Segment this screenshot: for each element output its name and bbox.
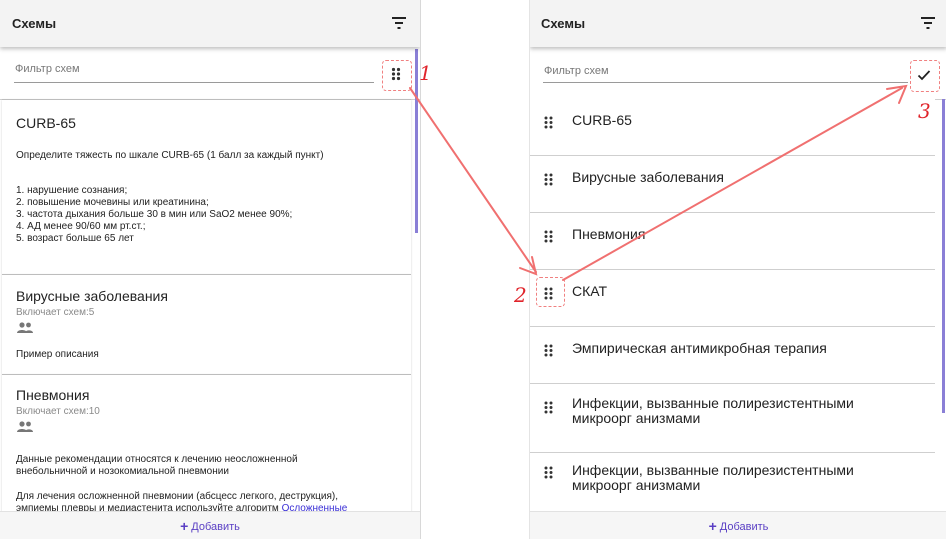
add-button-label: Добавить xyxy=(719,521,769,533)
card-scheme-count: Включает схем:5 xyxy=(16,307,95,318)
annotation-number-2: 2 xyxy=(514,283,527,307)
card-title: CURB-65 xyxy=(16,115,76,131)
card-title: Вирусные заболевания xyxy=(16,288,168,304)
plus-icon: + xyxy=(180,518,189,534)
card-curb65[interactable]: CURB-65 Определите тяжесть по шкале CURB… xyxy=(2,99,411,274)
card-description: Данные рекомендации относятся к лечению … xyxy=(16,454,391,478)
page-title: Схемы xyxy=(12,16,57,31)
drag-handle-icon[interactable] xyxy=(544,344,553,357)
drag-handle-icon[interactable] xyxy=(544,173,553,186)
highlight-box-1 xyxy=(382,60,412,91)
card-description: Пример описания xyxy=(16,349,99,360)
filter-row: Фильтр схем xyxy=(0,47,420,100)
drag-handle-icon[interactable] xyxy=(544,116,553,129)
list-item-label: Пневмония xyxy=(572,226,646,242)
text-line: внебольничной и нозокомиальной пневмонии xyxy=(16,466,229,477)
list-item-label: Инфекции, вызванные полирезистентными ми… xyxy=(572,395,854,426)
list-item-label: Инфекции, вызванные полирезистентными ми… xyxy=(572,462,854,493)
app-bar: Схемы xyxy=(530,0,946,47)
annotation-number-3: 3 xyxy=(918,99,931,123)
list-item[interactable]: CURB-65 xyxy=(530,99,935,156)
highlight-box-3 xyxy=(910,60,940,92)
list-item[interactable]: Пневмония xyxy=(530,213,935,270)
filter-row: Фильтр схем xyxy=(530,47,946,100)
add-button[interactable]: + Добавить xyxy=(180,518,240,534)
people-icon xyxy=(17,421,33,432)
add-button[interactable]: + Добавить xyxy=(709,518,769,534)
list-item[interactable]: Инфекции, вызванные полирезистентными ми… xyxy=(530,384,935,453)
list-item[interactable]: Инфекции, вызванные полирезистентными ми… xyxy=(530,453,935,514)
filter-icon[interactable] xyxy=(392,17,406,29)
people-icon xyxy=(17,322,33,333)
drag-handle-icon[interactable] xyxy=(544,230,553,243)
card-scheme-count: Включает схем:10 xyxy=(16,406,100,417)
list-item: 5. возраст больше 65 лет xyxy=(16,233,134,244)
scrollbar[interactable] xyxy=(415,49,418,233)
filter-underline xyxy=(14,82,374,83)
arrow-1-to-2 xyxy=(409,87,537,273)
filter-underline xyxy=(543,82,908,83)
filter-input[interactable]: Фильтр схем xyxy=(15,63,80,75)
annotation-number-1: 1 xyxy=(419,61,432,85)
card-criteria-list: 1. нарушение сознания; 2. повышение моче… xyxy=(16,185,391,245)
filter-input[interactable]: Фильтр схем xyxy=(544,65,609,77)
bottom-action-bar: + Добавить xyxy=(0,511,420,539)
list-item-label: Вирусные заболевания xyxy=(572,169,724,185)
list-item-label: Эмпирическая антимикробная терапия xyxy=(572,340,827,356)
highlight-box-2 xyxy=(536,277,565,307)
list-item-label: CURB-65 xyxy=(572,112,632,128)
drag-handle-icon[interactable] xyxy=(544,401,553,414)
card-description: Определите тяжесть по шкале CURB-65 (1 б… xyxy=(16,150,324,161)
page-title: Схемы xyxy=(541,16,586,31)
drag-handle-icon[interactable] xyxy=(544,466,553,479)
list-item-label: СКАТ xyxy=(572,283,608,299)
card-title: Пневмония xyxy=(16,387,90,403)
app-bar: Схемы xyxy=(0,0,420,47)
list-item[interactable]: Эмпирическая антимикробная терапия xyxy=(530,327,935,384)
filter-icon[interactable] xyxy=(921,17,935,29)
schemes-panel-left: Схемы Фильтр схем CURB-65 Определите тяж… xyxy=(0,0,421,539)
list-item[interactable]: Вирусные заболевания xyxy=(530,156,935,213)
list-item: 2. повышение мочевины или креатинина; xyxy=(16,197,209,208)
list-item: 3. частота дыхания больше 30 в мин или S… xyxy=(16,209,293,220)
scrollbar[interactable] xyxy=(942,99,945,413)
list-item: 1. нарушение сознания; xyxy=(16,185,128,196)
add-button-label: Добавить xyxy=(191,521,240,533)
text-line: Данные рекомендации относятся к лечению … xyxy=(16,454,298,465)
text-line: Для лечения осложненной пневмонии (абсце… xyxy=(16,491,338,502)
bottom-action-bar: + Добавить xyxy=(530,511,946,539)
list-item[interactable]: СКАТ xyxy=(530,270,935,327)
card-viral-diseases[interactable]: Вирусные заболевания Включает схем:5 При… xyxy=(2,274,411,374)
schemes-panel-right: Схемы Фильтр схем CURB-65 Вирусные забол… xyxy=(529,0,946,539)
card-pneumonia[interactable]: Пневмония Включает схем:10 Данные рекоме… xyxy=(2,374,411,515)
list-item: 4. АД менее 90/60 мм рт.ст.; xyxy=(16,221,146,232)
plus-icon: + xyxy=(708,518,717,534)
